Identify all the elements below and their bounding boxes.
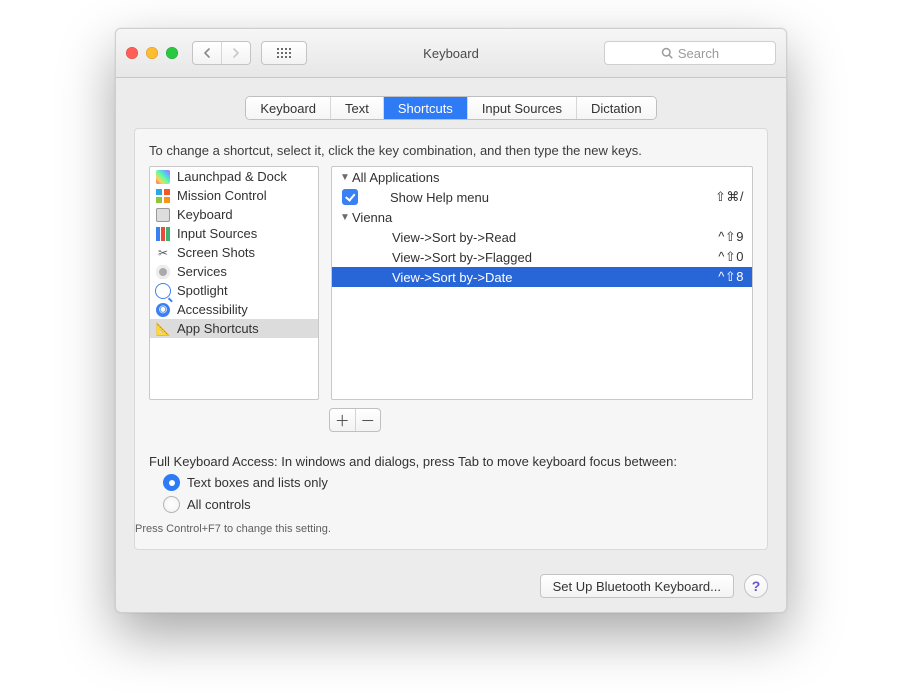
minus-icon: － bbox=[360, 410, 375, 431]
tree-item-label: Show Help menu bbox=[364, 190, 715, 205]
tree-item-label: View->Sort by->Date bbox=[392, 270, 718, 285]
button-label: Set Up Bluetooth Keyboard... bbox=[553, 579, 721, 594]
back-button[interactable] bbox=[193, 42, 221, 64]
radio-label: All controls bbox=[187, 497, 251, 512]
input-sources-icon bbox=[155, 226, 171, 242]
category-label: Mission Control bbox=[177, 188, 267, 203]
tab-dictation[interactable]: Dictation bbox=[576, 97, 656, 119]
screen-shots-icon: ✂︎ bbox=[155, 245, 171, 261]
category-screen-shots[interactable]: ✂︎ Screen Shots bbox=[150, 243, 318, 262]
add-button[interactable]: ＋ bbox=[330, 409, 355, 431]
search-placeholder: Search bbox=[678, 46, 719, 61]
shortcut-keys[interactable]: ^⇧0 bbox=[718, 249, 744, 265]
category-label: Launchpad & Dock bbox=[177, 169, 287, 184]
shortcut-keys[interactable]: ⇧⌘/ bbox=[715, 189, 744, 205]
tab-input-sources[interactable]: Input Sources bbox=[467, 97, 576, 119]
fka-heading: Full Keyboard Access: In windows and dia… bbox=[149, 454, 753, 469]
tree-item-show-help-menu[interactable]: Show Help menu ⇧⌘/ bbox=[332, 187, 752, 207]
category-accessibility[interactable]: ◉ Accessibility bbox=[150, 300, 318, 319]
mission-control-icon bbox=[155, 188, 171, 204]
shortcut-tree[interactable]: ••• ▼ All Applications Show Help menu ⇧⌘… bbox=[331, 166, 753, 400]
category-input-sources[interactable]: Input Sources bbox=[150, 224, 318, 243]
titlebar: Keyboard Search bbox=[116, 29, 786, 78]
tree-group-label: All Applications bbox=[352, 170, 744, 185]
zoom-icon[interactable] bbox=[166, 47, 178, 59]
category-app-shortcuts[interactable]: 📐 App Shortcuts bbox=[150, 319, 318, 338]
preferences-window: Keyboard Search Keyboard Text Shortcuts … bbox=[115, 28, 787, 613]
tree-group-label: Vienna bbox=[352, 210, 744, 225]
tree-item-label: View->Sort by->Read bbox=[392, 230, 718, 245]
instruction-text: To change a shortcut, select it, click t… bbox=[149, 143, 753, 158]
keyboard-icon bbox=[155, 207, 171, 223]
fka-hint: Press Control+F7 to change this setting. bbox=[135, 523, 753, 535]
radio-icon[interactable] bbox=[163, 474, 180, 491]
category-mission-control[interactable]: Mission Control bbox=[150, 186, 318, 205]
category-label: Keyboard bbox=[177, 207, 233, 222]
tab-keyboard[interactable]: Keyboard bbox=[246, 97, 330, 119]
search-icon bbox=[661, 47, 673, 59]
radio-label: Text boxes and lists only bbox=[187, 475, 328, 490]
tree-item-sort-read[interactable]: View->Sort by->Read ^⇧9 bbox=[332, 227, 752, 247]
disclosure-triangle-icon[interactable]: ▼ bbox=[340, 212, 350, 223]
services-icon bbox=[155, 264, 171, 280]
shortcuts-panel: To change a shortcut, select it, click t… bbox=[134, 128, 768, 550]
category-launchpad[interactable]: Launchpad & Dock bbox=[150, 167, 318, 186]
footer: Set Up Bluetooth Keyboard... ? bbox=[540, 574, 768, 598]
grid-icon bbox=[277, 48, 291, 58]
help-icon: ? bbox=[752, 578, 761, 594]
launchpad-icon bbox=[155, 169, 171, 185]
minimize-icon[interactable] bbox=[146, 47, 158, 59]
radio-icon[interactable] bbox=[163, 496, 180, 513]
app-shortcuts-icon: 📐 bbox=[155, 321, 171, 337]
checkbox[interactable] bbox=[342, 189, 358, 205]
tabs-container: Keyboard Text Shortcuts Input Sources Di… bbox=[116, 78, 786, 128]
show-all-button[interactable] bbox=[261, 41, 307, 65]
category-label: Input Sources bbox=[177, 226, 257, 241]
shortcut-keys[interactable]: ^⇧8 bbox=[718, 269, 744, 285]
add-remove-segmented: ＋ － bbox=[329, 408, 381, 432]
category-services[interactable]: Services bbox=[150, 262, 318, 281]
category-label: Spotlight bbox=[177, 283, 228, 298]
accessibility-icon: ◉ bbox=[155, 302, 171, 318]
category-spotlight[interactable]: Spotlight bbox=[150, 281, 318, 300]
category-list[interactable]: Launchpad & Dock Mission Control Keyboar… bbox=[149, 166, 319, 400]
tab-shortcuts[interactable]: Shortcuts bbox=[383, 97, 467, 119]
tree-item-label: View->Sort by->Flagged bbox=[392, 250, 718, 265]
tabs: Keyboard Text Shortcuts Input Sources Di… bbox=[245, 96, 656, 120]
resize-grip-icon[interactable]: ••• bbox=[331, 280, 332, 313]
tree-group-all-applications[interactable]: ▼ All Applications bbox=[332, 167, 752, 187]
disclosure-triangle-icon[interactable]: ▼ bbox=[340, 172, 350, 183]
search-input[interactable]: Search bbox=[604, 41, 776, 65]
tab-text[interactable]: Text bbox=[330, 97, 383, 119]
tree-item-sort-flagged[interactable]: View->Sort by->Flagged ^⇧0 bbox=[332, 247, 752, 267]
category-label: Accessibility bbox=[177, 302, 248, 317]
full-keyboard-access: Full Keyboard Access: In windows and dia… bbox=[149, 454, 753, 535]
category-label: Screen Shots bbox=[177, 245, 255, 260]
tree-item-sort-date[interactable]: View->Sort by->Date ^⇧8 bbox=[332, 267, 752, 287]
remove-button[interactable]: － bbox=[355, 409, 381, 431]
close-icon[interactable] bbox=[126, 47, 138, 59]
tree-group-vienna[interactable]: ▼ Vienna bbox=[332, 207, 752, 227]
nav-back-forward bbox=[192, 41, 251, 65]
shortcut-keys[interactable]: ^⇧9 bbox=[718, 229, 744, 245]
window-controls bbox=[126, 47, 178, 59]
setup-bluetooth-keyboard-button[interactable]: Set Up Bluetooth Keyboard... bbox=[540, 574, 734, 598]
category-label: Services bbox=[177, 264, 227, 279]
fka-option-textboxes[interactable]: Text boxes and lists only bbox=[163, 474, 753, 491]
help-button[interactable]: ? bbox=[744, 574, 768, 598]
fka-option-all[interactable]: All controls bbox=[163, 496, 753, 513]
forward-button[interactable] bbox=[221, 42, 250, 64]
plus-icon: ＋ bbox=[335, 410, 350, 431]
category-keyboard[interactable]: Keyboard bbox=[150, 205, 318, 224]
category-label: App Shortcuts bbox=[177, 321, 259, 336]
spotlight-icon bbox=[155, 283, 171, 299]
